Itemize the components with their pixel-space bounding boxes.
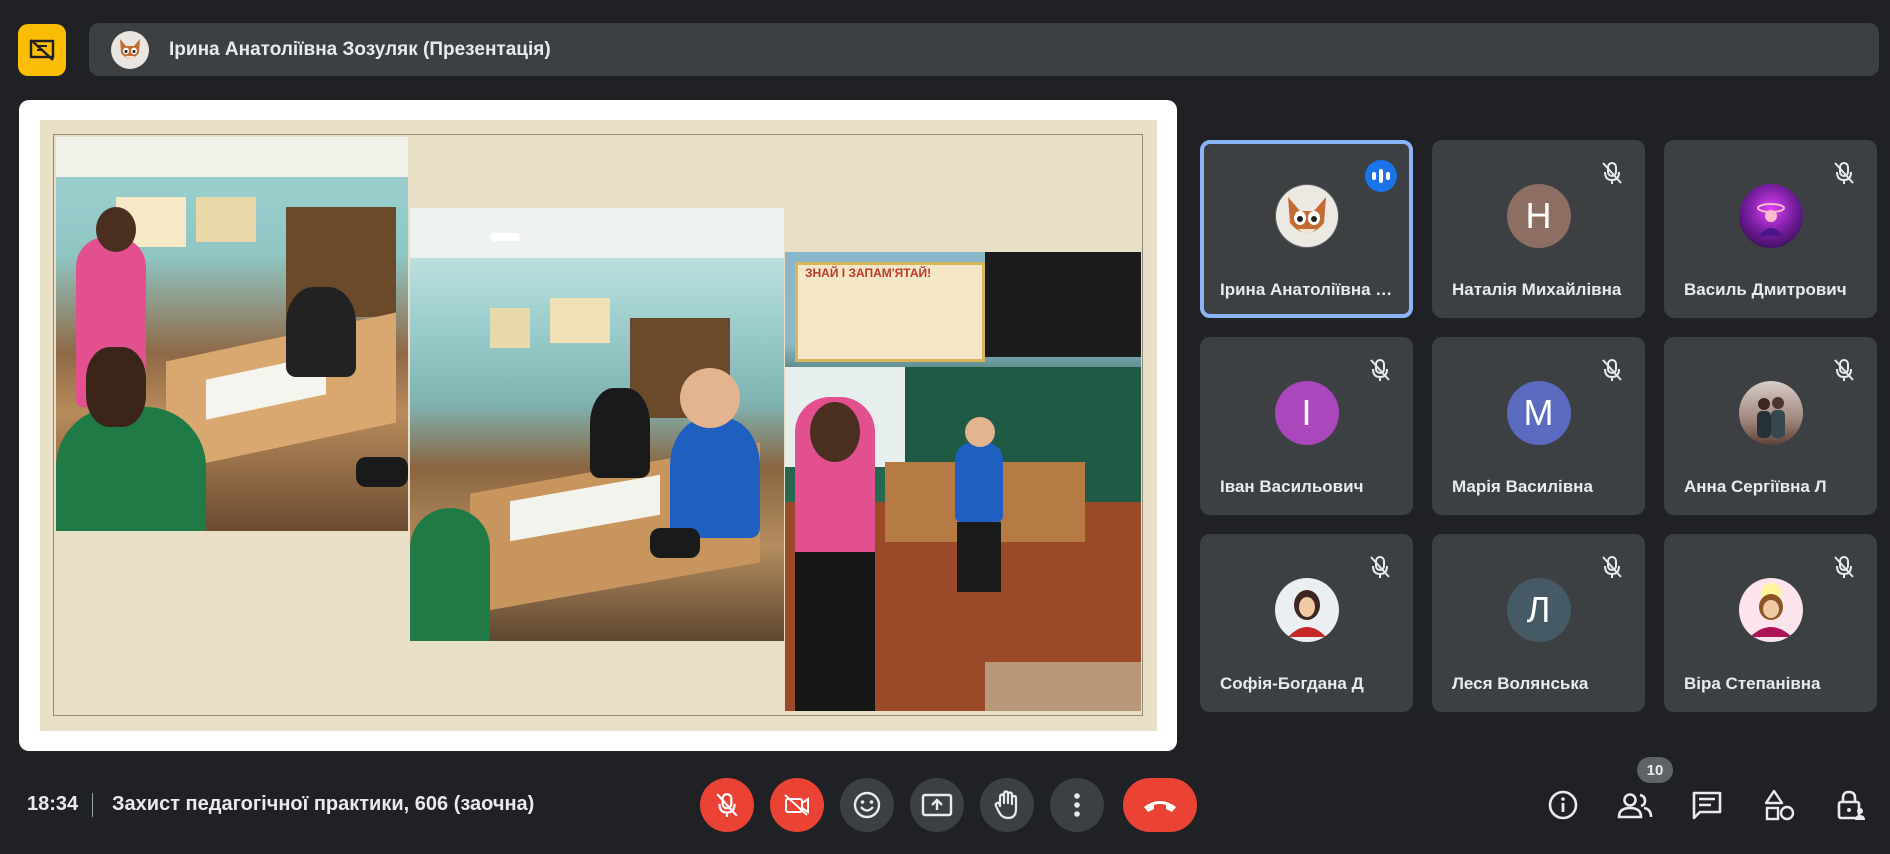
meeting-title: Захист педагогічної практики, 606 (заочн… bbox=[112, 793, 535, 815]
participant-tile[interactable]: Л Леся Волянська bbox=[1432, 534, 1645, 712]
participant-avatar: М bbox=[1506, 381, 1571, 445]
raise-hand-icon bbox=[994, 790, 1018, 820]
mic-off-icon bbox=[716, 793, 738, 817]
participant-tile[interactable]: Анна Сергіївна Л bbox=[1664, 337, 1877, 515]
participant-avatar bbox=[1274, 578, 1339, 642]
unpin-presentation-button[interactable] bbox=[18, 24, 66, 76]
people-icon bbox=[1617, 793, 1653, 819]
presenter-avatar bbox=[111, 30, 149, 69]
participant-count-badge: 10 bbox=[1637, 757, 1673, 783]
classroom-photo-2 bbox=[410, 208, 784, 641]
participant-name: Василь Дмитрович bbox=[1684, 280, 1847, 299]
classroom-photo-1 bbox=[56, 137, 408, 531]
mic-off-icon bbox=[1367, 554, 1393, 580]
participant-avatar bbox=[1738, 578, 1803, 642]
participant-tile[interactable]: Віра Степанівна bbox=[1664, 534, 1877, 712]
chat-icon bbox=[1692, 791, 1722, 820]
participant-name: Віра Степанівна bbox=[1684, 674, 1821, 693]
activities-button[interactable] bbox=[1759, 785, 1799, 825]
mic-off-icon bbox=[1599, 357, 1625, 383]
participant-name: Наталія Михайлівна bbox=[1452, 280, 1622, 299]
mic-off-icon bbox=[1831, 554, 1857, 580]
mic-off-icon bbox=[1599, 160, 1625, 186]
unpin-presentation-icon bbox=[29, 39, 55, 61]
participant-tile[interactable]: Василь Дмитрович bbox=[1664, 140, 1877, 318]
emoji-icon bbox=[853, 791, 881, 819]
participant-name: Іван Васильович bbox=[1220, 477, 1364, 496]
mic-toggle-button[interactable] bbox=[700, 778, 754, 832]
participant-tile[interactable]: Софія-Богдана Д bbox=[1200, 534, 1413, 712]
participant-avatar bbox=[1738, 381, 1803, 445]
meeting-details-button[interactable] bbox=[1543, 785, 1583, 825]
presenter-title: Ірина Анатоліївна Зозуляк (Презентація) bbox=[169, 38, 551, 60]
participant-name: Анна Сергіївна Л bbox=[1684, 477, 1827, 496]
emoji-reactions-button[interactable] bbox=[840, 778, 894, 832]
hang-up-button[interactable] bbox=[1123, 778, 1197, 832]
activities-icon bbox=[1764, 789, 1795, 821]
present-screen-icon bbox=[921, 793, 953, 817]
people-button[interactable] bbox=[1615, 785, 1655, 825]
participant-name: Марія Василівна bbox=[1452, 477, 1593, 496]
participant-avatar: І bbox=[1274, 381, 1339, 445]
meeting-clock: 18:34 bbox=[27, 793, 79, 815]
participant-avatar bbox=[1738, 184, 1803, 248]
participant-avatar: Н bbox=[1506, 184, 1571, 248]
participant-avatar bbox=[1274, 184, 1339, 248]
participant-avatar: Л bbox=[1506, 578, 1571, 642]
more-options-icon bbox=[1074, 793, 1080, 817]
participant-name: Леся Волянська bbox=[1452, 674, 1589, 693]
mic-off-icon bbox=[1599, 554, 1625, 580]
info-icon bbox=[1548, 790, 1578, 820]
mic-off-icon bbox=[1367, 357, 1393, 383]
present-screen-button[interactable] bbox=[910, 778, 964, 832]
more-options-button[interactable] bbox=[1050, 778, 1104, 832]
classroom-blackboard-photo: ЗНАЙ І ЗАПАМ'ЯТАЙ! bbox=[785, 252, 1141, 711]
camera-toggle-button[interactable] bbox=[770, 778, 824, 832]
lock-person-icon bbox=[1837, 790, 1865, 820]
participant-name: Софія-Богдана Д bbox=[1220, 674, 1364, 693]
footer-divider bbox=[92, 793, 93, 817]
host-controls-button[interactable] bbox=[1831, 785, 1871, 825]
participant-tile[interactable]: І Іван Васильович bbox=[1200, 337, 1413, 515]
board-poster-text: ЗНАЙ І ЗАПАМ'ЯТАЙ! bbox=[805, 266, 932, 280]
mic-off-icon bbox=[1831, 357, 1857, 383]
participant-tile[interactable]: Ірина Анатоліївна Зозуляк bbox=[1200, 140, 1413, 318]
speaking-indicator-icon bbox=[1365, 160, 1397, 192]
mic-off-icon bbox=[1831, 160, 1857, 186]
participant-name: Ірина Анатоліївна Зозуляк bbox=[1220, 280, 1400, 299]
presenter-title-bar[interactable]: Ірина Анатоліївна Зозуляк (Презентація) bbox=[89, 23, 1879, 76]
chat-button[interactable] bbox=[1687, 785, 1727, 825]
participant-tile[interactable]: М Марія Василівна bbox=[1432, 337, 1645, 515]
raise-hand-button[interactable] bbox=[980, 778, 1034, 832]
participant-tile[interactable]: Н Наталія Михайлівна bbox=[1432, 140, 1645, 318]
hang-up-icon bbox=[1144, 801, 1176, 812]
camera-off-icon bbox=[784, 794, 809, 816]
